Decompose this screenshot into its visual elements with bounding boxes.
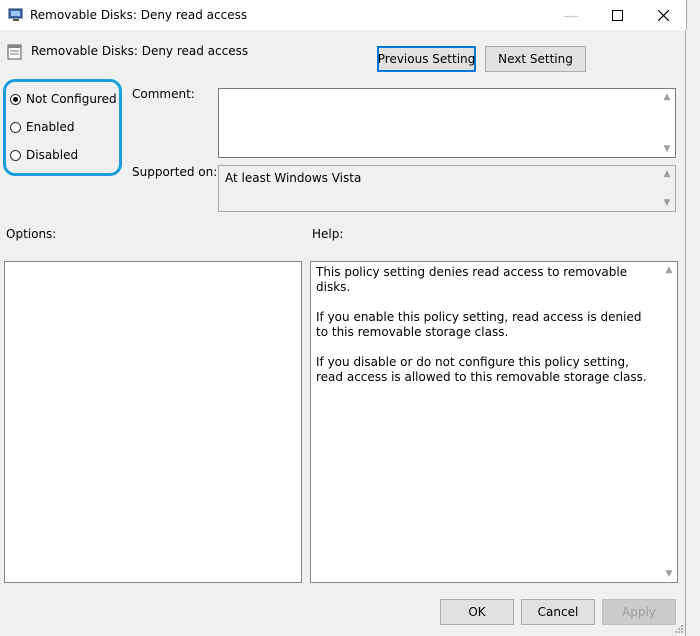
- enabled-label: Enabled: [26, 120, 75, 134]
- radio-selected-icon: [10, 93, 21, 105]
- scroll-down-icon[interactable]: ▼: [659, 141, 675, 157]
- ok-button[interactable]: OK: [440, 599, 514, 625]
- radio-icon: [10, 149, 21, 161]
- comment-field[interactable]: ▲ ▼: [218, 88, 676, 158]
- disabled-radio[interactable]: Disabled: [10, 145, 78, 165]
- previous-setting-label: Previous Setting: [377, 52, 476, 66]
- supported-on-label: Supported on:: [132, 165, 218, 179]
- supported-on-field: At least Windows Vista ▲ ▼: [218, 165, 676, 212]
- maximize-icon: [611, 9, 623, 21]
- scroll-up-icon[interactable]: ▲: [659, 89, 675, 105]
- radio-icon: [10, 121, 21, 133]
- help-paragraph: If you enable this policy setting, read …: [316, 310, 642, 339]
- scroll-down-icon[interactable]: ▼: [659, 195, 675, 211]
- help-scrollbar[interactable]: ▲ ▼: [661, 262, 677, 582]
- ok-label: OK: [468, 605, 486, 619]
- policy-name: Removable Disks: Deny read access: [31, 44, 249, 58]
- not-configured-radio[interactable]: Not Configured: [10, 89, 117, 109]
- scroll-up-icon[interactable]: ▲: [659, 166, 675, 182]
- minimize-icon: —: [563, 5, 579, 25]
- options-pane: [4, 261, 302, 583]
- apply-button[interactable]: Apply: [602, 599, 676, 625]
- previous-setting-button[interactable]: Previous Setting: [377, 46, 476, 72]
- disabled-label: Disabled: [26, 148, 79, 162]
- title-bar: Removable Disks: Deny read access —: [0, 0, 687, 30]
- policy-app-icon: [8, 8, 23, 21]
- next-setting-label: Next Setting: [498, 52, 573, 66]
- help-pane: This policy setting denies read access t…: [310, 261, 678, 583]
- setting-icon: [7, 44, 22, 60]
- comment-label: Comment:: [132, 87, 195, 101]
- supported-on-value: At least Windows Vista: [225, 171, 362, 185]
- options-label: Options:: [6, 227, 57, 241]
- window-title: Removable Disks: Deny read access: [30, 8, 248, 22]
- cancel-button[interactable]: Cancel: [521, 599, 595, 625]
- cancel-label: Cancel: [537, 605, 579, 619]
- maximize-button[interactable]: [594, 0, 640, 30]
- help-paragraph: This policy setting denies read access t…: [316, 265, 628, 294]
- close-icon: [657, 9, 669, 21]
- apply-label: Apply: [622, 605, 656, 619]
- enabled-radio[interactable]: Enabled: [10, 117, 75, 137]
- help-text: This policy setting denies read access t…: [316, 265, 656, 400]
- scroll-down-icon[interactable]: ▼: [661, 566, 677, 582]
- scroll-up-icon[interactable]: ▲: [661, 262, 677, 278]
- close-button[interactable]: [640, 0, 686, 30]
- help-label: Help:: [312, 227, 344, 241]
- supported-scrollbar[interactable]: ▲ ▼: [659, 166, 675, 211]
- not-configured-label: Not Configured: [26, 92, 117, 106]
- next-setting-button[interactable]: Next Setting: [485, 46, 586, 72]
- minimize-button[interactable]: —: [548, 0, 594, 30]
- help-paragraph: If you disable or do not configure this …: [316, 355, 647, 384]
- resize-grip-icon[interactable]: [672, 622, 684, 634]
- comment-scrollbar[interactable]: ▲ ▼: [659, 89, 675, 157]
